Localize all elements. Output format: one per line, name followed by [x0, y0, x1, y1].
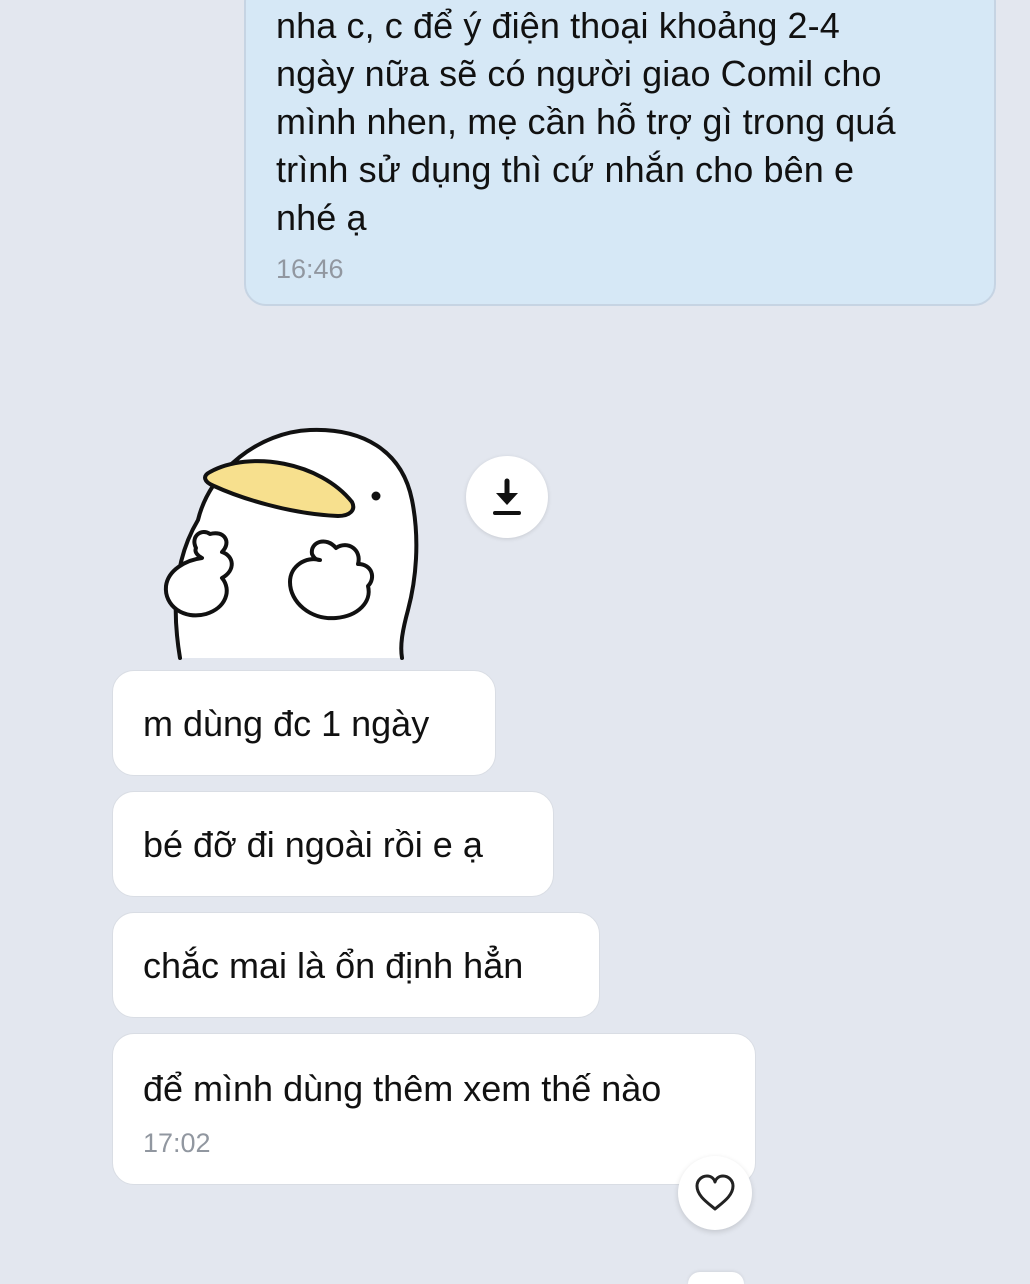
message-text: bé đỡ đi ngoài rồi e ạ	[143, 824, 483, 865]
message-text: m dùng đc 1 ngày	[143, 703, 430, 744]
message-timestamp: 17:02	[143, 1128, 211, 1158]
message-text: để mình dùng thêm xem thế nào	[143, 1068, 662, 1109]
message-text: chắc mai là ổn định hẳn	[143, 945, 524, 986]
react-button[interactable]	[678, 1156, 752, 1230]
next-message-edge	[688, 1272, 744, 1284]
message-text: nha c, c để ý điện thoại khoảng 2-4 ngày…	[276, 5, 896, 238]
penguin-sticker-image	[163, 427, 419, 660]
message-timestamp: 16:46	[276, 254, 344, 284]
penguin-sticker[interactable]	[140, 410, 460, 660]
download-button[interactable]	[466, 456, 548, 538]
download-icon	[493, 478, 521, 515]
incoming-message-bubble[interactable]: m dùng đc 1 ngày	[112, 670, 496, 776]
incoming-message-bubble[interactable]: bé đỡ đi ngoài rồi e ạ	[112, 791, 554, 897]
incoming-message-bubble[interactable]: để mình dùng thêm xem thế nào 17:02	[112, 1033, 756, 1185]
outgoing-message-bubble[interactable]: nha c, c để ý điện thoại khoảng 2-4 ngày…	[244, 0, 996, 306]
chat-area: nha c, c để ý điện thoại khoảng 2-4 ngày…	[0, 0, 1030, 1284]
incoming-message-bubble[interactable]: chắc mai là ổn định hẳn	[112, 912, 600, 1018]
heart-icon	[695, 1174, 735, 1211]
